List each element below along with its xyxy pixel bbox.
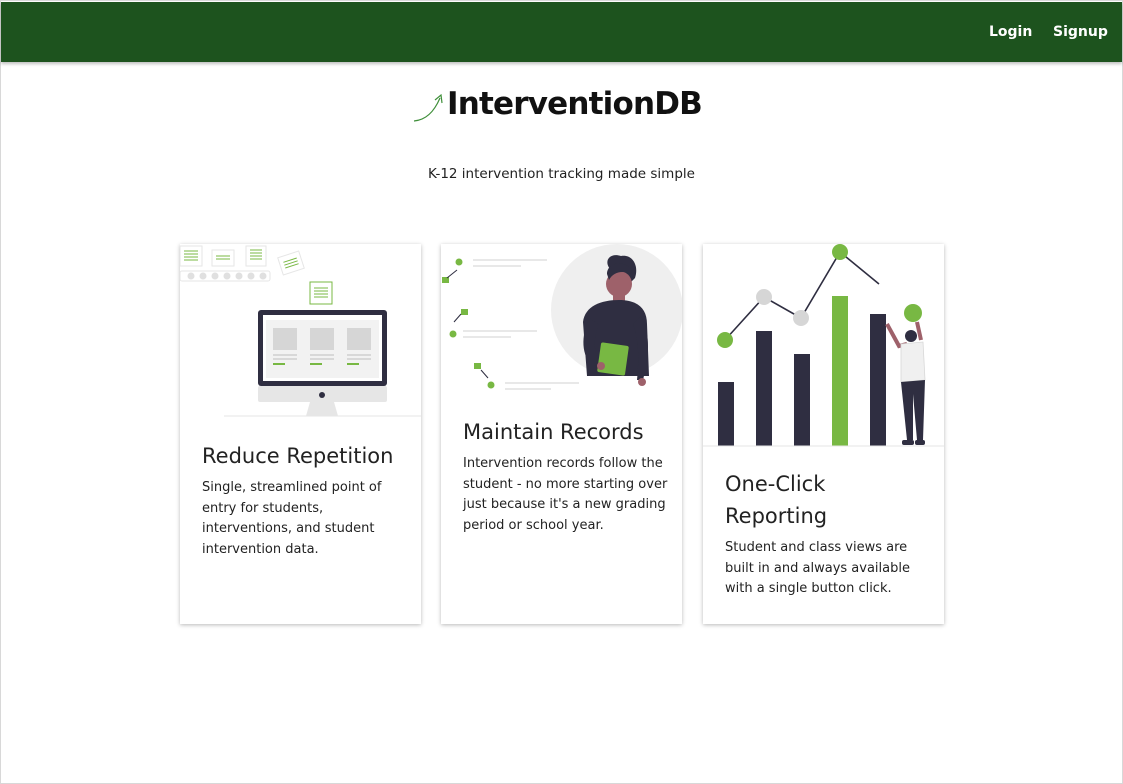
brand-logo: InterventionDB — [412, 86, 722, 126]
computer-monitor-illustration — [180, 245, 421, 417]
login-link[interactable]: Login — [989, 24, 1032, 40]
signup-link[interactable]: Signup — [1053, 24, 1108, 40]
card-description: Intervention records follow the student … — [463, 456, 668, 533]
top-navbar: Login Signup — [1, 2, 1122, 62]
bar-chart-person-illustration — [703, 244, 944, 447]
feature-card-one-click-reporting: One-Click Reporting Student and class vi… — [703, 244, 944, 624]
upward-arrow-icon — [413, 93, 443, 122]
card-description: Student and class views are built in and… — [725, 540, 910, 596]
card-title: Maintain Records — [463, 420, 644, 444]
brand-name: InterventionDB — [447, 86, 703, 122]
feature-card-reduce-repetition: Reduce Repetition Single, streamlined po… — [180, 244, 421, 624]
card-title: Reduce Repetition — [202, 444, 394, 468]
feature-card-maintain-records: Maintain Records Intervention records fo… — [441, 244, 682, 624]
person-holding-folder-illustration — [442, 244, 682, 390]
tagline: K-12 intervention tracking made simple — [428, 166, 695, 182]
card-description: Single, streamlined point of entry for s… — [202, 480, 382, 557]
card-title: One-Click Reporting — [725, 472, 828, 528]
